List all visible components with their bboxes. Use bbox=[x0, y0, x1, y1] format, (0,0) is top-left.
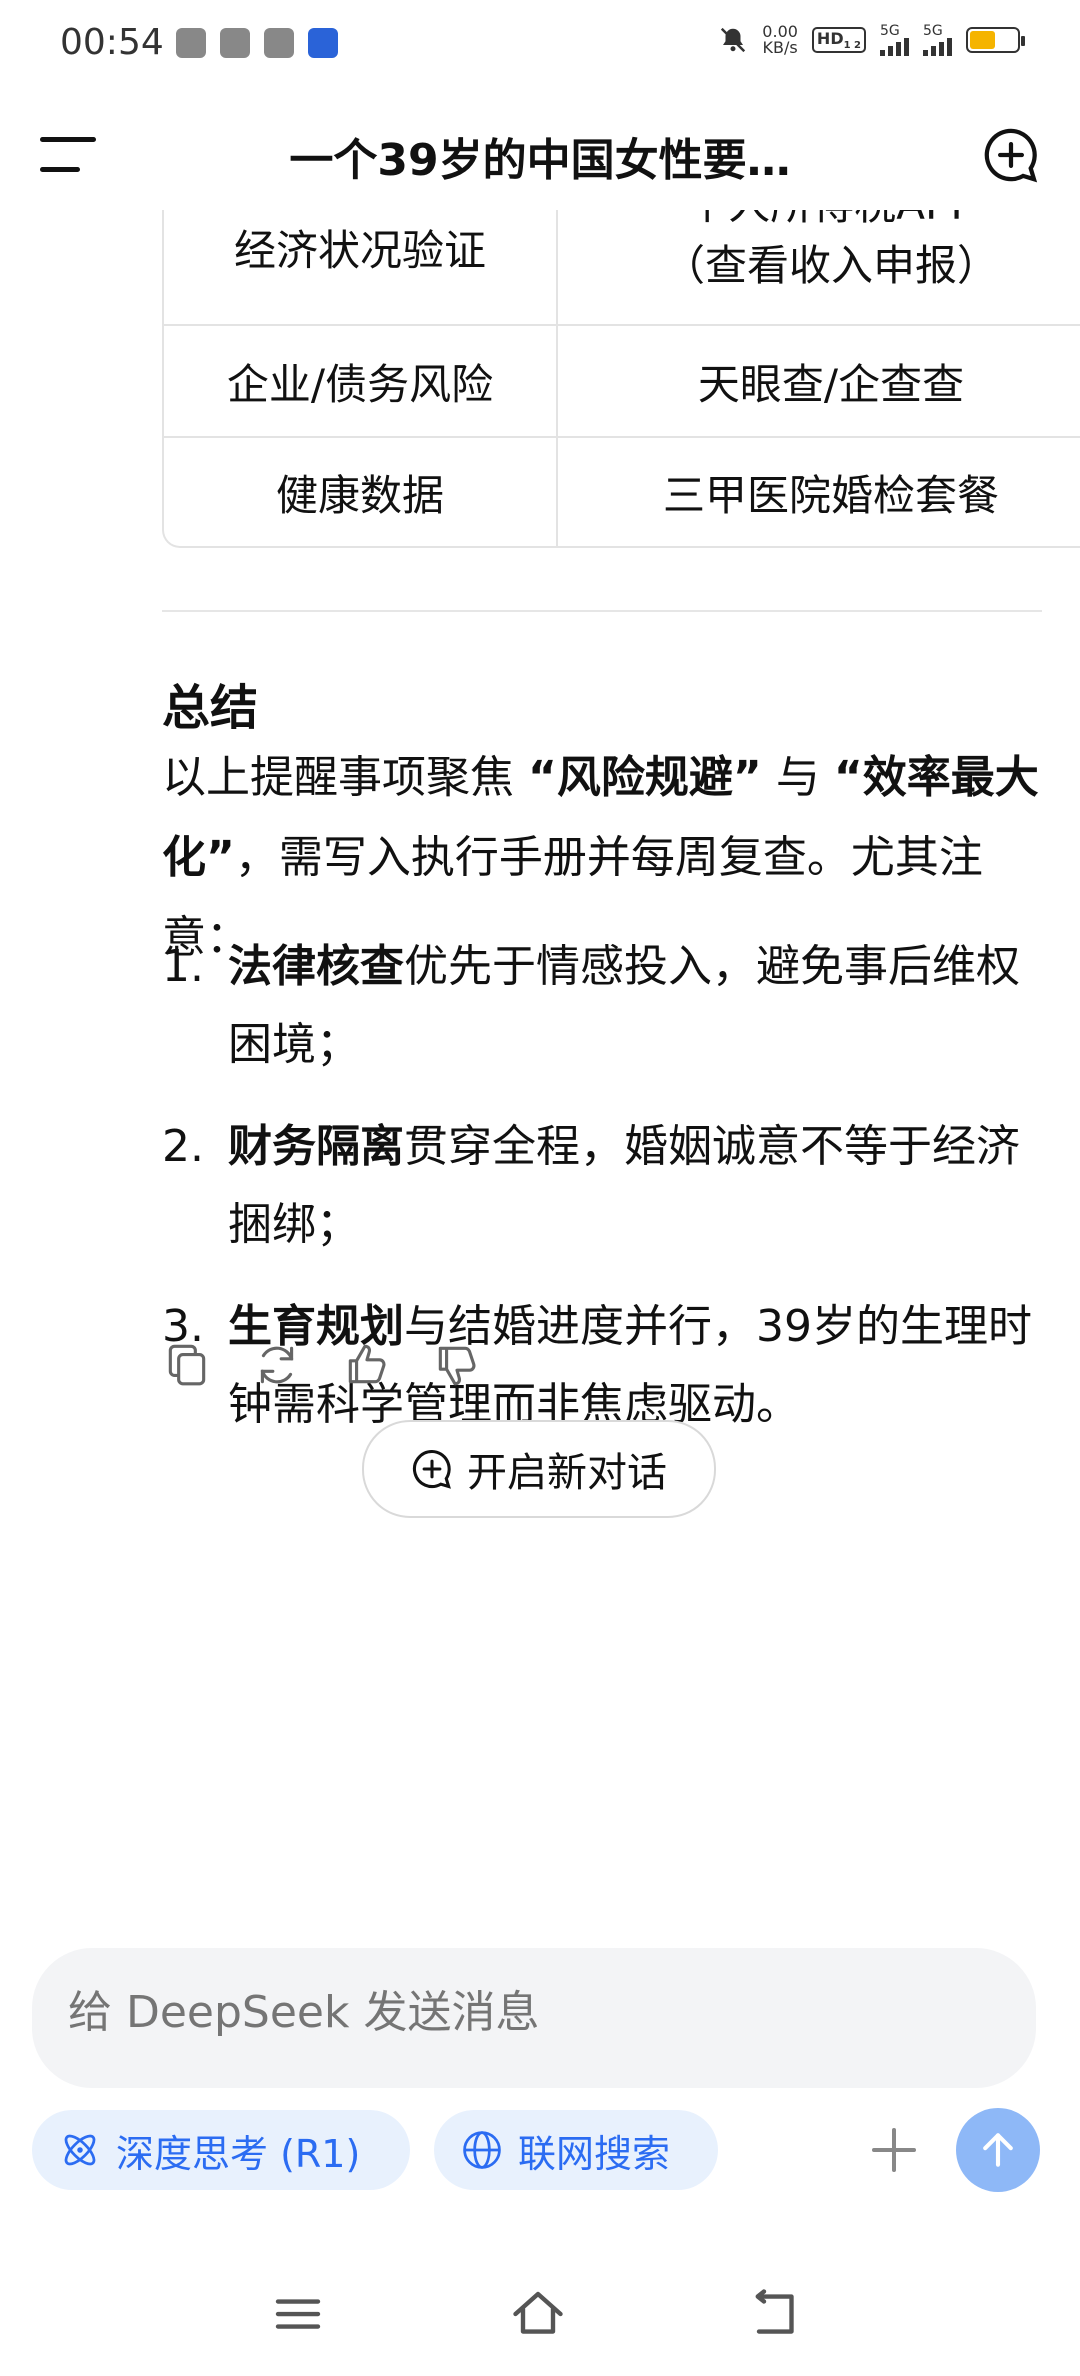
chat-content: 经济状况验证 个人所得税APP （查看收入申报） 企业/债务风险 天眼查/企查查… bbox=[0, 210, 1080, 1950]
regenerate-icon[interactable] bbox=[252, 1340, 302, 1390]
web-search-toggle[interactable]: 联网搜索 bbox=[434, 2110, 718, 2190]
web-search-label: 联网搜索 bbox=[518, 2131, 671, 2176]
copy-icon[interactable] bbox=[162, 1340, 212, 1390]
table-row: 健康数据 三甲医院婚检套餐 bbox=[164, 438, 1080, 546]
message-input[interactable] bbox=[66, 1986, 970, 2039]
recent-apps-icon[interactable] bbox=[268, 2284, 328, 2344]
table-cell: 个人所得税APP （查看收入申报） bbox=[662, 210, 999, 290]
message-actions bbox=[162, 1340, 482, 1390]
new-chat-icon[interactable] bbox=[982, 126, 1040, 184]
notification-icons bbox=[176, 28, 338, 58]
home-icon[interactable] bbox=[508, 2284, 568, 2344]
wechat-icon bbox=[220, 28, 250, 58]
table-cell: 经济状况验证 bbox=[164, 210, 558, 324]
divider bbox=[162, 610, 1042, 612]
back-icon[interactable] bbox=[744, 2284, 804, 2344]
net-speed: 0.00 KB/s bbox=[762, 22, 798, 57]
shield-icon bbox=[308, 28, 338, 58]
new-chat-bubble-icon bbox=[412, 1449, 451, 1489]
table-cell: 三甲医院婚检套餐 bbox=[662, 470, 999, 520]
signal-sim2: 5G bbox=[923, 24, 952, 56]
status-time: 00:54 bbox=[60, 22, 164, 63]
system-indicators: 0.00 KB/s HD1 2 5G 5G bbox=[718, 22, 1025, 57]
system-nav-bar bbox=[0, 2260, 1080, 2376]
thumbs-up-icon[interactable] bbox=[342, 1340, 392, 1390]
status-bar: 00:54 0.00 KB/s HD1 2 5G 5G bbox=[0, 0, 1080, 96]
message-icon bbox=[264, 28, 294, 58]
app-header: 一个39岁的中国女性要… bbox=[0, 100, 1080, 210]
summary-title: 总结 bbox=[162, 680, 259, 736]
add-attachment-icon[interactable] bbox=[870, 2126, 918, 2174]
menu-icon[interactable] bbox=[40, 137, 96, 173]
deep-think-toggle[interactable]: 深度思考 (R1) bbox=[32, 2110, 410, 2190]
info-table: 经济状况验证 个人所得税APP （查看收入申报） 企业/债务风险 天眼查/企查查… bbox=[162, 210, 1080, 548]
new-chat-button[interactable]: 开启新对话 bbox=[362, 1420, 716, 1518]
table-row: 经济状况验证 个人所得税APP （查看收入申报） bbox=[164, 210, 1080, 326]
globe-icon bbox=[463, 2131, 501, 2169]
thumbs-down-icon[interactable] bbox=[432, 1340, 482, 1390]
hd-badge: HD1 2 bbox=[811, 26, 866, 54]
table-cell: 健康数据 bbox=[164, 438, 558, 546]
arrow-up-icon bbox=[983, 2133, 1013, 2167]
app-notification-icon bbox=[176, 28, 206, 58]
deep-think-label: 深度思考 (R1) bbox=[116, 2131, 361, 2176]
send-button[interactable] bbox=[956, 2108, 1040, 2192]
page-title: 一个39岁的中国女性要… bbox=[289, 135, 791, 186]
table-cell: 天眼查/企查查 bbox=[697, 359, 965, 409]
table-row: 企业/债务风险 天眼查/企查查 bbox=[164, 326, 1080, 438]
table-cell: 企业/债务风险 bbox=[164, 326, 558, 436]
list-item: 2. 财务隔离贯穿全程，婚姻诚意不等于经济捆绑； bbox=[162, 1121, 1020, 1250]
message-input-box[interactable] bbox=[32, 1948, 1036, 2088]
signal-sim1: 5G bbox=[880, 24, 909, 56]
atom-icon bbox=[64, 2134, 96, 2166]
new-chat-label: 开启新对话 bbox=[467, 1450, 667, 1496]
list-item: 1. 法律核查优先于情感投入，避免事后维权困境； bbox=[162, 941, 1020, 1070]
mute-bell-icon bbox=[718, 25, 748, 55]
battery-icon bbox=[966, 27, 1025, 53]
